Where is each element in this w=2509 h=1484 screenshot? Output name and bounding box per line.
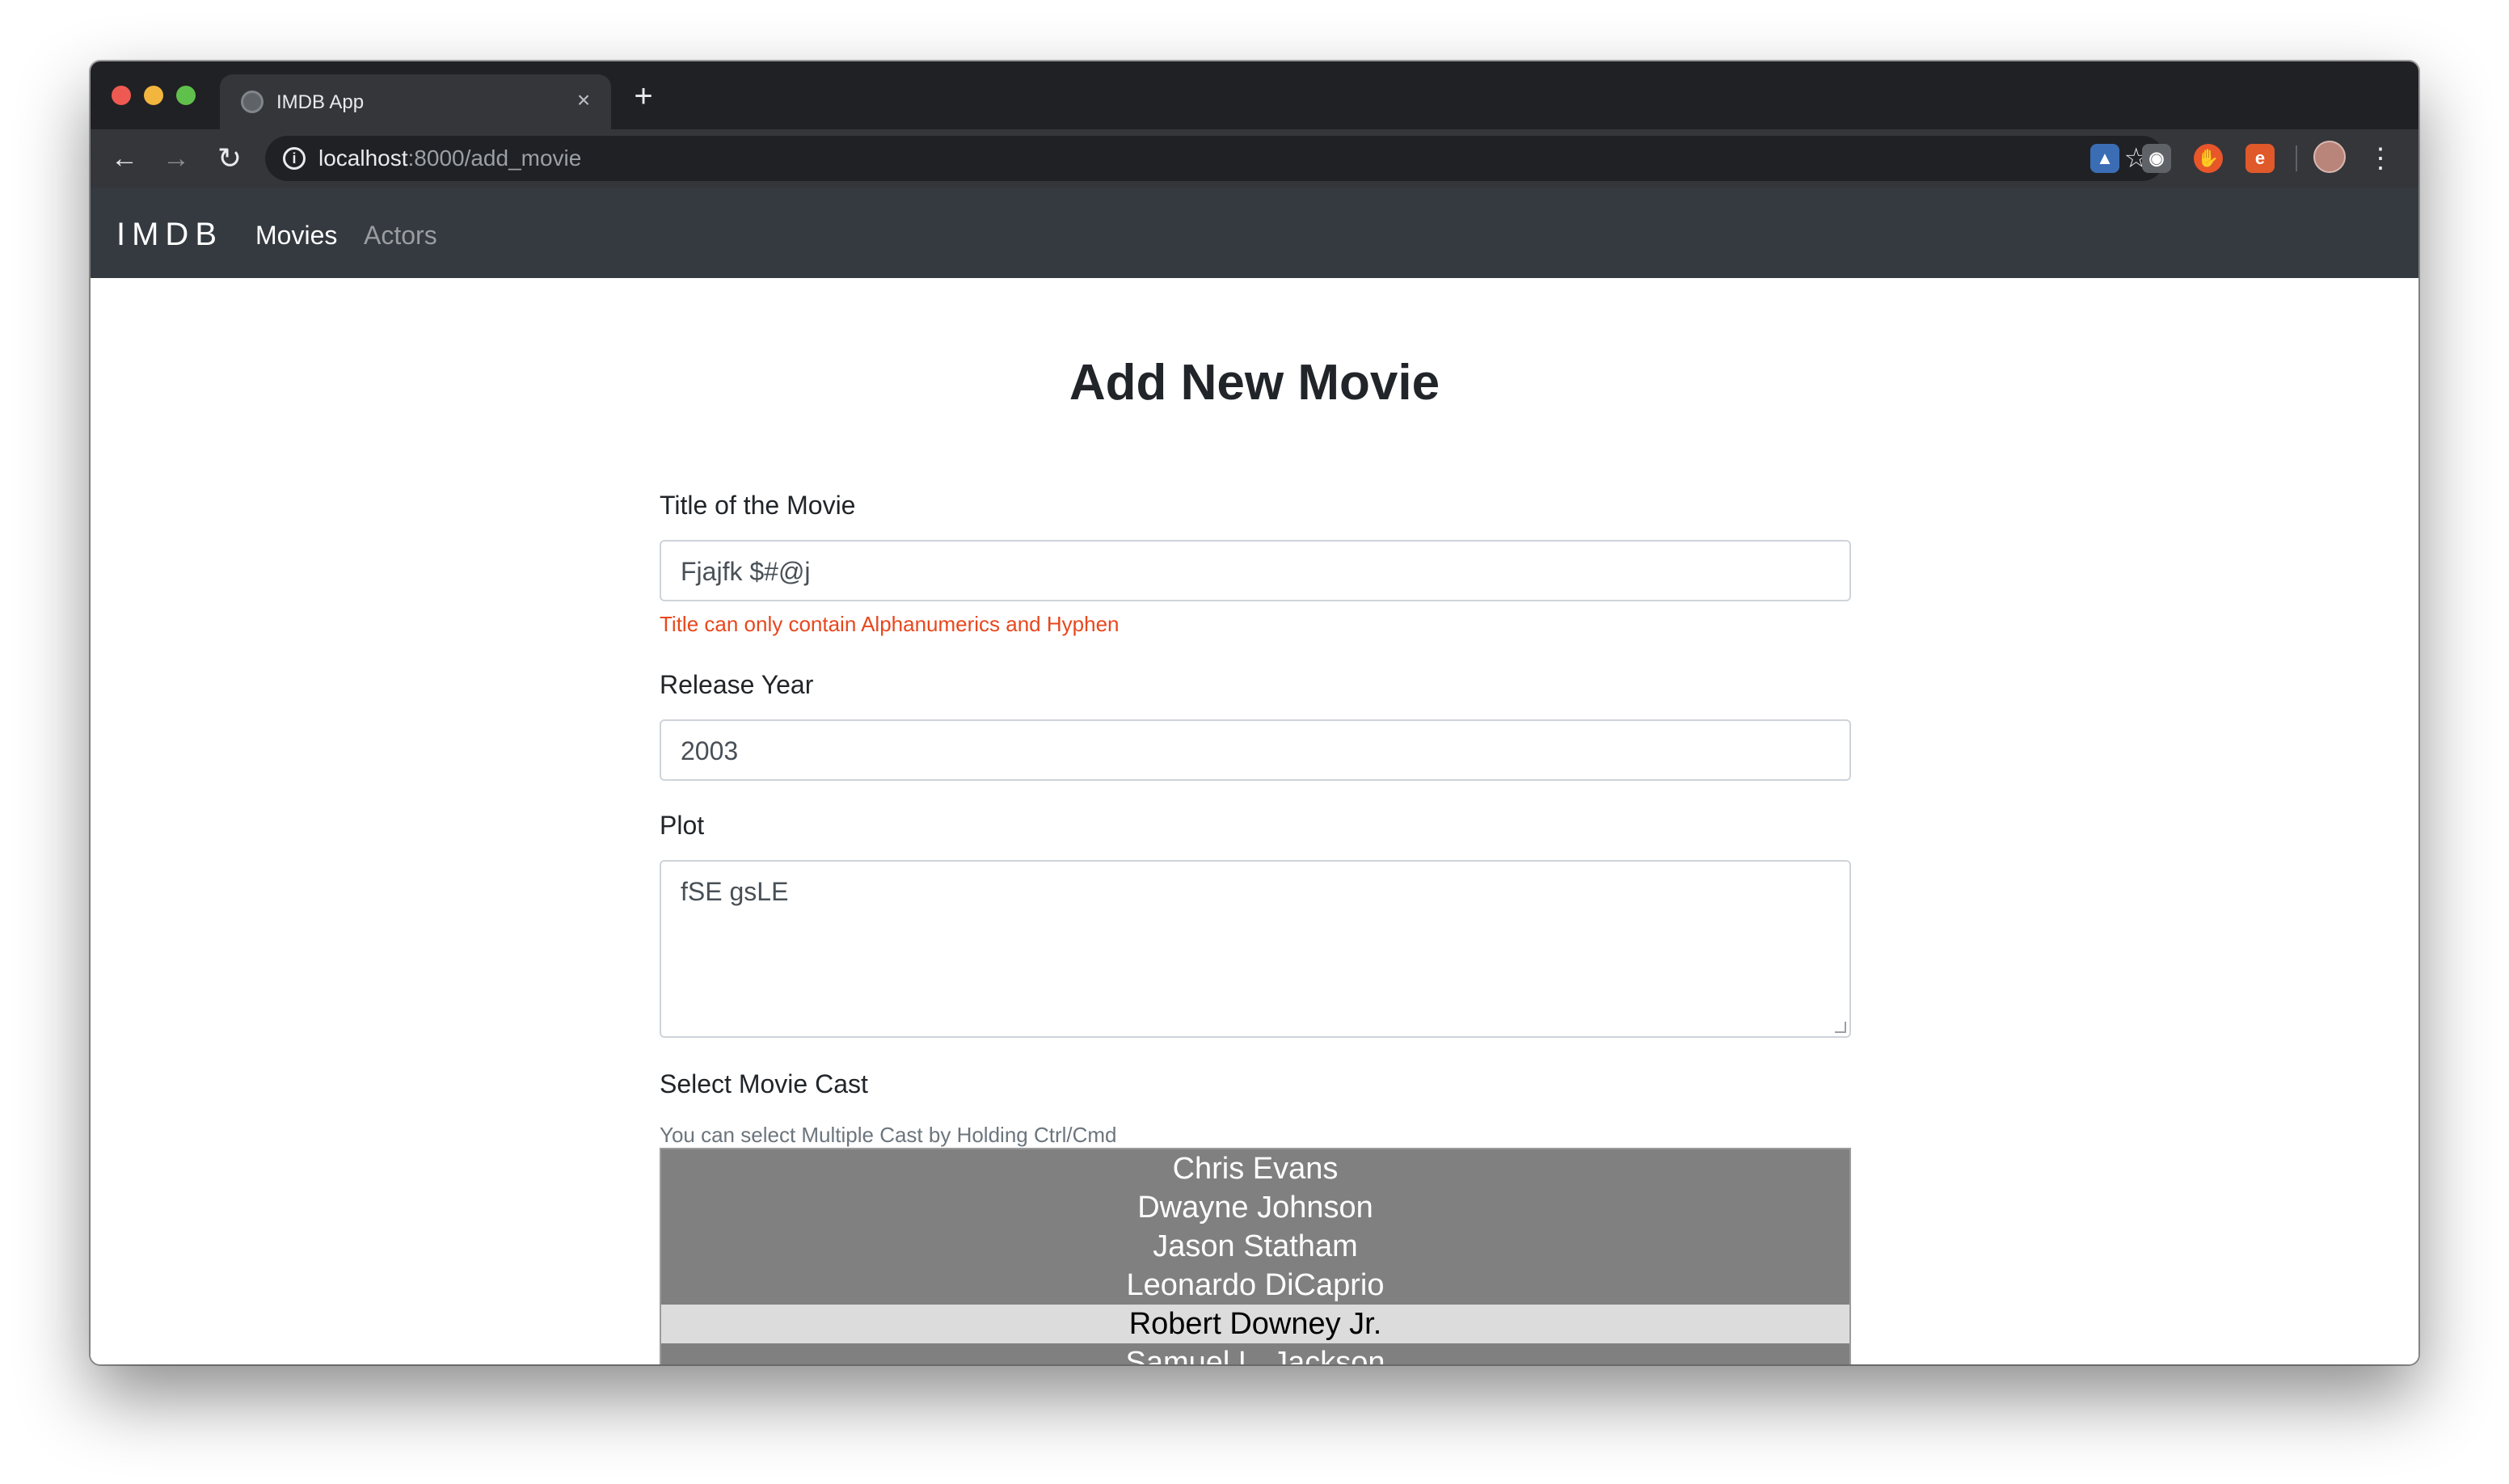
year-input[interactable]: 2003: [660, 719, 1851, 781]
info-icon[interactable]: i: [283, 147, 306, 170]
browser-tab[interactable]: IMDB App ×: [220, 74, 611, 129]
more-menu-icon[interactable]: ⋮: [2367, 141, 2394, 176]
year-label: Release Year: [660, 670, 814, 699]
url-path: :8000/add_movie: [407, 145, 582, 171]
url-text[interactable]: localhost:8000/add_movie: [318, 145, 581, 171]
back-arrow-icon[interactable]: ←: [107, 141, 142, 176]
app-navbar: IMDB Movies Actors: [91, 188, 2418, 278]
cast-option[interactable]: Samuel L. Jackson: [661, 1343, 1849, 1364]
toolbar-divider: [2296, 145, 2297, 171]
title-input[interactable]: Fjajfk $#@j: [660, 540, 1851, 601]
tab-title: IMDB App: [276, 91, 365, 113]
new-tab-button[interactable]: +: [627, 80, 660, 113]
nav-link-movies[interactable]: Movies: [255, 220, 337, 251]
title-label: Title of the Movie: [660, 491, 856, 520]
globe-icon: [241, 91, 264, 113]
cast-option[interactable]: Jason Statham: [661, 1227, 1849, 1266]
extension-icon[interactable]: ✋: [2194, 144, 2223, 173]
browser-window: IMDB App × + ← → ↻ i localhost:8000/add_…: [91, 61, 2418, 1364]
close-window-button[interactable]: [112, 86, 131, 105]
address-bar[interactable]: i localhost:8000/add_movie ☆: [265, 136, 2165, 181]
cast-option[interactable]: Chris Evans: [661, 1149, 1849, 1188]
cast-multiselect[interactable]: Chris Evans Dwayne Johnson Jason Statham…: [660, 1148, 1851, 1364]
resize-handle-icon[interactable]: [1835, 1022, 1846, 1033]
url-host: localhost: [318, 145, 408, 171]
main-content: Add New Movie Title of the Movie Fjajfk …: [91, 278, 2418, 1364]
extension-icon[interactable]: ▲: [2090, 144, 2119, 173]
plot-textarea[interactable]: fSE gsLE: [660, 860, 1851, 1038]
profile-avatar[interactable]: [2313, 141, 2346, 173]
close-tab-icon[interactable]: ×: [571, 87, 597, 113]
title-error-message: Title can only contain Alphanumerics and…: [660, 612, 1120, 636]
plot-text: fSE gsLE: [681, 877, 789, 906]
cast-label: Select Movie Cast: [660, 1069, 868, 1098]
cast-help-text: You can select Multiple Cast by Holding …: [660, 1123, 1117, 1147]
forward-arrow-icon[interactable]: →: [158, 141, 194, 176]
maximize-window-button[interactable]: [176, 86, 196, 105]
extension-icon[interactable]: ◉: [2142, 144, 2171, 173]
cast-option[interactable]: Dwayne Johnson: [661, 1188, 1849, 1227]
tab-strip: IMDB App × +: [91, 61, 2418, 129]
brand-logo[interactable]: IMDB: [116, 217, 223, 252]
minimize-window-button[interactable]: [144, 86, 163, 105]
page-title: Add New Movie: [1069, 355, 1440, 411]
nav-link-actors[interactable]: Actors: [364, 220, 437, 251]
cast-option-selected[interactable]: Robert Downey Jr.: [661, 1305, 1849, 1343]
cast-option[interactable]: Leonardo DiCaprio: [661, 1266, 1849, 1305]
browser-toolbar: ← → ↻ i localhost:8000/add_movie ☆ ▲ ◉ ✋…: [91, 129, 2418, 188]
reload-icon[interactable]: ↻: [212, 141, 247, 176]
plot-label: Plot: [660, 811, 705, 840]
extension-icon[interactable]: e: [2245, 144, 2275, 173]
